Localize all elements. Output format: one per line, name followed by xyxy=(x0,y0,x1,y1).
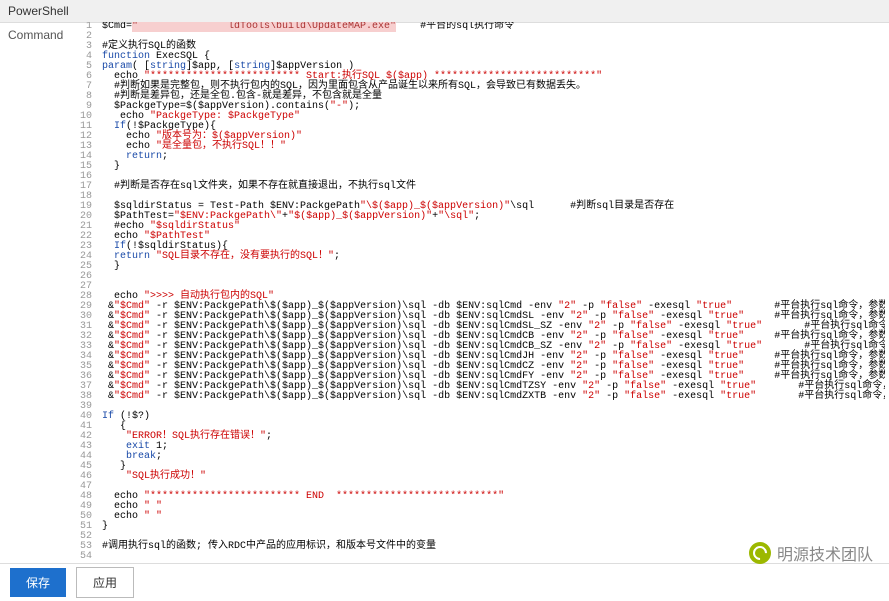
panel-title: PowerShell xyxy=(8,4,69,18)
panel-header: PowerShell xyxy=(0,0,889,23)
watermark-text: 明源技术团队 xyxy=(777,541,873,565)
bottom-bar: 保存 应用 xyxy=(0,563,889,601)
line-gutter: 1 2 3 4 5 6 7 8 9 10 11 12 13 14 15 16 1… xyxy=(74,22,96,561)
code-editor[interactable]: 1 2 3 4 5 6 7 8 9 10 11 12 13 14 15 16 1… xyxy=(74,22,885,561)
command-label: Command xyxy=(8,28,63,42)
code-body[interactable]: $Cmd=" ldTools\build\UpdateMAP.exe" #平台的… xyxy=(102,22,885,561)
apply-button[interactable]: 应用 xyxy=(76,567,134,598)
save-button[interactable]: 保存 xyxy=(10,568,66,597)
watermark: 明源技术团队 xyxy=(749,541,873,565)
wechat-icon xyxy=(749,542,771,564)
